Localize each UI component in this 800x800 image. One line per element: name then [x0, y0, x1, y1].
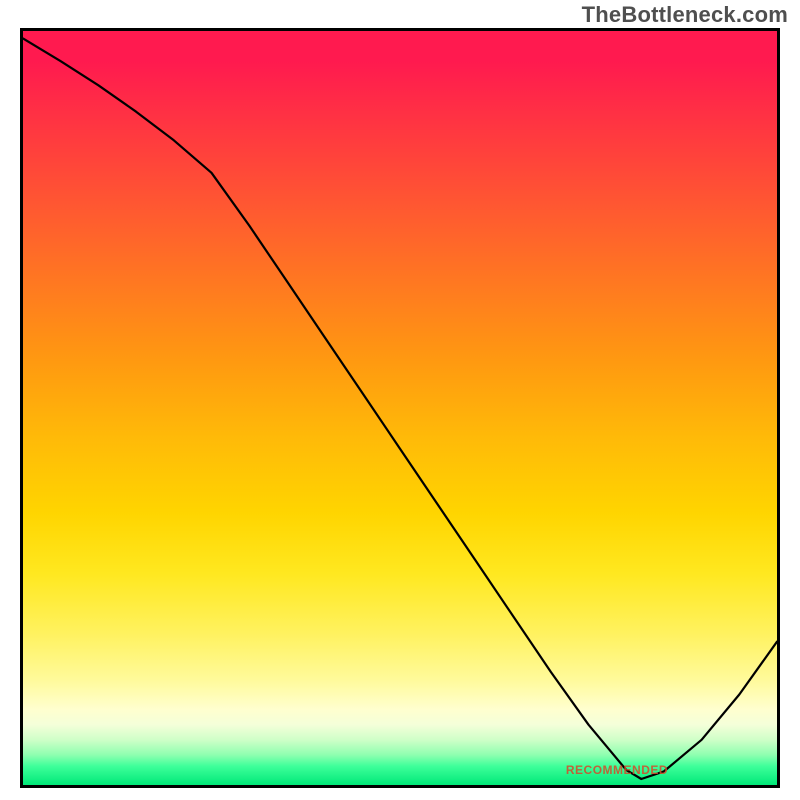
- recommended-watermark: RECOMMENDED: [566, 763, 668, 777]
- chart-plot-area: RECOMMENDED: [20, 28, 780, 788]
- chart-line: [23, 31, 777, 785]
- attribution-text: TheBottleneck.com: [582, 2, 788, 28]
